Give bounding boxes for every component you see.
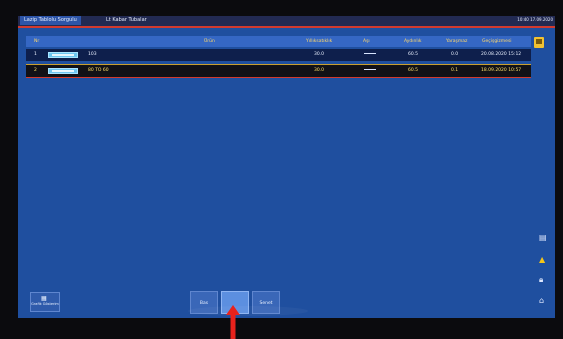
screen-glare	[188, 306, 308, 316]
col-header-timestamp: Geçişgizmesi	[482, 39, 512, 44]
graph-view-button[interactable]: ▦ Grafik Gösterim	[30, 292, 60, 312]
table-row[interactable]: 1 103 30.0 60.5 0.0 20.08.2020 15:12	[26, 49, 531, 61]
product-thumbnail	[48, 68, 78, 74]
col-header-value4: Yaraşmaz	[446, 39, 468, 44]
title-bar: Lazip Tablolu Sorgulu Lt Kabar Tubalar 1…	[18, 16, 555, 28]
row-product: 80 TO 60	[88, 68, 109, 73]
row-timestamp: 18.09.2020 10:57	[481, 68, 522, 73]
row-value1: 30.0	[314, 68, 325, 73]
row-value3: 60.5	[408, 68, 419, 73]
row-value2	[364, 65, 376, 77]
graph-view-label: Grafik Gösterim	[31, 302, 59, 306]
hmi-screen: Lazip Tablolu Sorgulu Lt Kabar Tubalar 1…	[18, 16, 555, 318]
row-timestamp: 20.08.2020 15:12	[481, 52, 522, 57]
clock-readout: 10:40 17.09.2020	[517, 17, 553, 22]
table-header: Nr Ürün Yıllıksatıklık Aşı Aydınlık Yara…	[26, 36, 531, 47]
row-value2	[364, 49, 376, 61]
product-thumbnail	[48, 52, 78, 58]
row-value4: 0.0	[451, 52, 459, 57]
col-header-product: Ürün	[204, 39, 215, 44]
row-product: 103	[88, 52, 97, 57]
tab-active[interactable]: Lt Kabar Tubalar	[106, 16, 147, 25]
col-header-value3: Aydınlık	[404, 39, 422, 44]
window-title: Lazip Tablolu Sorgulu	[20, 16, 81, 25]
col-header-value2: Aşı	[363, 39, 370, 44]
warning-icon[interactable]: ▲	[539, 256, 545, 264]
doc-icon[interactable]: ▤	[539, 234, 547, 242]
chart-icon: ▦	[41, 295, 47, 302]
row-value4: 0.1	[451, 68, 459, 73]
home-icon[interactable]: ⌂	[539, 297, 544, 305]
row-value3: 60.5	[408, 52, 419, 57]
row-number: 1	[34, 52, 37, 57]
col-header-nr: Nr	[34, 39, 40, 44]
red-arrow-indicator	[226, 305, 240, 339]
col-header-value1: Yıllıksatıklık	[306, 39, 333, 44]
document-icon[interactable]	[534, 37, 544, 48]
table-row-selected[interactable]: 2 80 TO 60 30.0 60.5 0.1 18.09.2020 10:5…	[26, 64, 531, 78]
row-value1: 30.0	[314, 52, 325, 57]
row-number: 2	[34, 68, 37, 73]
lock-icon[interactable]: 🔒︎	[539, 276, 543, 284]
